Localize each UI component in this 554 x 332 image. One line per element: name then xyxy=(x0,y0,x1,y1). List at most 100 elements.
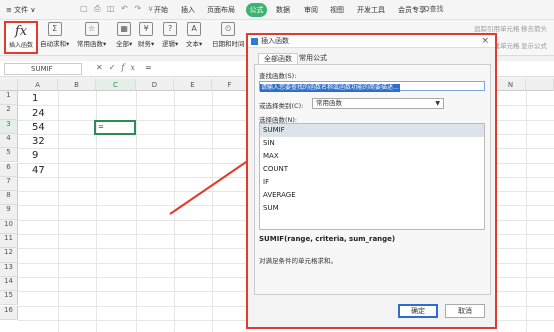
finance-button[interactable]: ¥ 财务▾ xyxy=(138,22,154,48)
autosum-button[interactable]: Σ 自动求和▾ xyxy=(40,22,69,48)
sigma-icon: Σ xyxy=(47,22,62,36)
grid-icon: ▦ xyxy=(117,22,132,36)
function-description: 对满足条件的单元格求和。 xyxy=(259,257,337,265)
row-header[interactable]: 15 xyxy=(0,291,18,306)
row-header[interactable]: 13 xyxy=(0,262,18,277)
row-header[interactable]: 12 xyxy=(0,248,18,263)
row-header[interactable]: 7 xyxy=(0,176,18,192)
function-item-count[interactable]: COUNT xyxy=(260,163,484,176)
row-header[interactable]: 14 xyxy=(0,276,18,292)
row-header[interactable]: 8 xyxy=(0,191,18,206)
row-header[interactable]: 2 xyxy=(0,105,18,120)
fx-icon: fx xyxy=(14,24,28,39)
row-header[interactable]: 16 xyxy=(0,305,18,320)
insert-function-button[interactable]: fx 插入函数 xyxy=(4,21,38,54)
all-functions-button[interactable]: ▦ 全部▾ xyxy=(116,22,132,48)
search-button[interactable]: Q查找 xyxy=(420,4,448,16)
cancel-icon[interactable]: ✕ xyxy=(96,63,109,72)
function-item-average[interactable]: AVERAGE xyxy=(260,189,484,202)
menu-bar: ≡ 文件 ∨ ▢ ⎙ ◫ ↶ ↷ ∨ 开始 插入 页面布局 公式 数据 审阅 视… xyxy=(0,0,554,20)
column-header[interactable]: F xyxy=(212,79,248,91)
search-label: 查找函数(S): xyxy=(259,72,297,80)
tab-formulas[interactable]: 公式 xyxy=(246,3,267,17)
function-item-max[interactable]: MAX xyxy=(260,150,484,163)
column-header[interactable]: B xyxy=(58,79,96,91)
yen-icon: ¥ xyxy=(139,22,154,36)
tab-home[interactable]: 开始 xyxy=(154,5,168,15)
cell-a4[interactable]: 32 xyxy=(32,136,45,147)
category-select[interactable]: 常用函数 ▼ xyxy=(312,98,444,109)
ok-button[interactable]: 确定 xyxy=(398,304,438,318)
text-icon: A xyxy=(187,22,202,36)
show-formulas[interactable]: 显示公式 xyxy=(521,40,547,50)
close-icon[interactable]: × xyxy=(481,35,489,48)
select-all-corner[interactable] xyxy=(0,79,18,91)
tab-insert[interactable]: 插入 xyxy=(181,5,195,15)
trace-precedents[interactable]: 追踪引用单元格 xyxy=(474,23,520,33)
file-menu[interactable]: ≡ 文件 ∨ xyxy=(6,5,35,15)
dialog-title: 插入函数 xyxy=(261,37,289,45)
row-header[interactable]: 3 xyxy=(0,119,18,134)
cell-a3[interactable]: 54 xyxy=(32,122,45,133)
column-header[interactable]: C xyxy=(96,79,136,91)
function-panel: 查找函数(S): 请输入您要查找的函数名称或函数功能的简要描述... 或选择类别… xyxy=(254,64,491,295)
function-item-sumif[interactable]: SUMIF xyxy=(260,124,484,137)
tab-developer[interactable]: 开发工具 xyxy=(357,5,385,15)
function-item-if[interactable]: IF xyxy=(260,176,484,189)
common-functions-button[interactable]: ☆ 常用函数▾ xyxy=(77,22,106,48)
clock-icon: ⏲ xyxy=(221,22,236,36)
function-syntax: SUMIF(range, criteria, sum_range) xyxy=(259,235,396,243)
formula-content[interactable]: = xyxy=(145,63,152,72)
remove-arrows[interactable]: 移去箭头 xyxy=(521,23,547,33)
grid-line xyxy=(136,91,137,332)
grid-line xyxy=(174,91,175,332)
active-cell-c3[interactable]: = xyxy=(94,120,136,135)
tab-page-layout[interactable]: 页面布局 xyxy=(207,5,235,15)
column-header[interactable]: E xyxy=(174,79,212,91)
insert-function-dialog: 插入函数 × 全部函数 常用公式 查找函数(S): 请输入您要查找的函数名称或函… xyxy=(247,34,496,328)
fx-icon[interactable]: fx xyxy=(121,63,140,72)
row-header[interactable]: 5 xyxy=(0,148,18,163)
date-time-button[interactable]: ⏲ 日期和时间 xyxy=(212,22,245,48)
column-header[interactable] xyxy=(526,79,554,91)
grid-line xyxy=(526,91,527,332)
row-header[interactable]: 4 xyxy=(0,133,18,149)
tab-common-formulas[interactable]: 常用公式 xyxy=(294,53,332,64)
question-icon: ? xyxy=(163,22,178,36)
row-header[interactable]: 9 xyxy=(0,205,18,220)
logic-button[interactable]: ? 逻辑▾ xyxy=(162,22,178,48)
cell-a2[interactable]: 24 xyxy=(32,108,45,119)
dropdown-arrow-icon: ▼ xyxy=(435,100,440,107)
row-header[interactable]: 1 xyxy=(0,91,18,106)
row-header[interactable]: 10 xyxy=(0,219,18,234)
function-search-input[interactable]: 请输入您要查找的函数名称或函数功能的简要描述... xyxy=(259,81,485,92)
quick-access-icons[interactable]: ▢ ⎙ ◫ ↶ ↷ ∨ xyxy=(80,4,156,14)
check-icon[interactable]: ✓ xyxy=(109,63,122,72)
name-box[interactable]: SUMIF xyxy=(4,63,82,75)
dialog-titlebar[interactable]: 插入函数 × xyxy=(248,35,495,48)
cancel-button[interactable]: 取消 xyxy=(445,304,485,318)
tab-all-functions[interactable]: 全部函数 xyxy=(258,53,298,64)
tab-review[interactable]: 审阅 xyxy=(304,5,318,15)
column-header[interactable]: D xyxy=(136,79,174,91)
function-item-sin[interactable]: SIN xyxy=(260,137,484,150)
tab-data[interactable]: 数据 xyxy=(276,5,290,15)
column-header[interactable]: N xyxy=(496,79,526,91)
text-button[interactable]: A 文本▾ xyxy=(186,22,202,48)
star-icon: ☆ xyxy=(84,22,99,36)
formula-buttons: ✕✓fx xyxy=(96,63,141,72)
row-header[interactable]: 6 xyxy=(0,162,18,177)
wps-logo-icon xyxy=(251,38,258,45)
column-header[interactable]: A xyxy=(18,79,58,91)
function-list[interactable]: SUMIF SIN MAX COUNT IF AVERAGE SUM xyxy=(259,123,485,230)
category-label: 或选择类别(C): xyxy=(259,102,304,110)
grid-line xyxy=(58,91,59,332)
function-item-sum[interactable]: SUM xyxy=(260,202,484,215)
cell-a1[interactable]: 1 xyxy=(32,93,38,104)
grid-line xyxy=(212,91,213,332)
cell-a5[interactable]: 9 xyxy=(32,150,38,161)
cell-a6[interactable]: 47 xyxy=(32,165,45,176)
row-header[interactable]: 11 xyxy=(0,234,18,249)
insert-function-label: 插入函数 xyxy=(8,42,33,49)
tab-view[interactable]: 视图 xyxy=(330,5,344,15)
